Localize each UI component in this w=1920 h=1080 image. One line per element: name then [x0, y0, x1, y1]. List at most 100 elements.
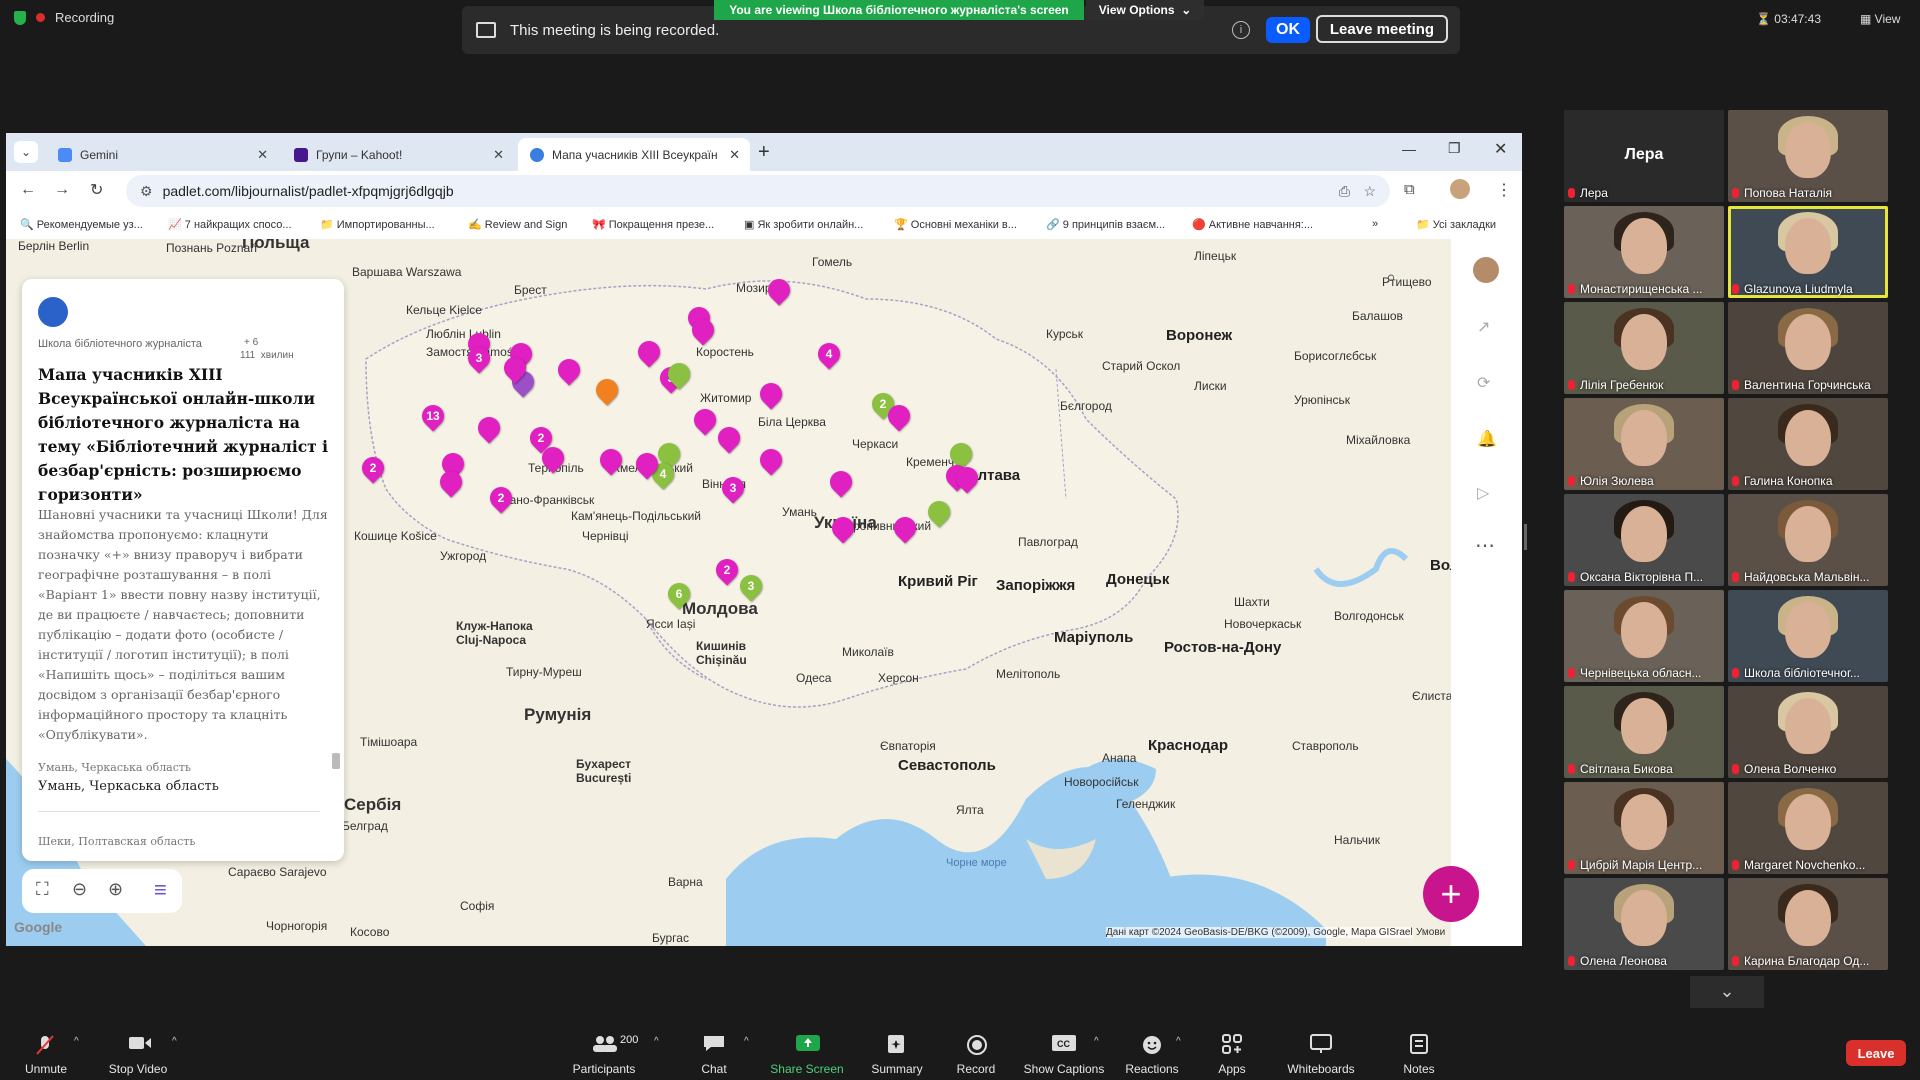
- participant-tile[interactable]: Margaret Novchenko...: [1728, 782, 1888, 874]
- map-pin[interactable]: [713, 422, 745, 454]
- back-icon[interactable]: ←: [20, 181, 36, 199]
- map-pin[interactable]: [825, 466, 857, 498]
- more-icon[interactable]: ⋯: [1475, 533, 1495, 558]
- map-pin[interactable]: 13: [417, 400, 449, 432]
- chevron-up-icon[interactable]: ^: [74, 1036, 79, 1047]
- map-pin[interactable]: 3: [463, 342, 495, 374]
- participant-tile[interactable]: Школа бібліотечног...: [1728, 590, 1888, 682]
- search-icon[interactable]: ⌕: [1386, 267, 1396, 288]
- whiteboards-icon[interactable]: [1310, 1034, 1332, 1053]
- participant-tile[interactable]: Чернівецька обласн...: [1564, 590, 1724, 682]
- video-camera-icon[interactable]: [128, 1034, 151, 1052]
- captions-icon[interactable]: CC: [1052, 1034, 1076, 1052]
- tab-padlet[interactable]: Мапа учасників XIII Всеукраїн ✕: [518, 138, 750, 171]
- bookmark-item[interactable]: 📈 7 найкращих спосо...: [168, 218, 292, 231]
- post-title[interactable]: Умань, Черкаська область: [38, 779, 219, 794]
- panel-scrollbar[interactable]: [332, 753, 340, 769]
- participant-tile[interactable]: Найдовська Мальвін...: [1728, 494, 1888, 586]
- bookmark-item[interactable]: 🔍 Рекомендуемые уз...: [20, 218, 143, 231]
- show-captions-button[interactable]: Show Captions: [1014, 1062, 1114, 1076]
- url-bar[interactable]: ⚙ padlet.com/libjournalist/padlet-xfpqmj…: [126, 175, 1390, 207]
- padlet-map[interactable]: Польща Україна Молдова Румунія Сербія По…: [6, 239, 1522, 946]
- map-pin[interactable]: [687, 314, 719, 346]
- all-bookmarks[interactable]: 📁 Усі закладки: [1416, 218, 1496, 231]
- map-pin[interactable]: [537, 442, 569, 474]
- bookmarks-overflow[interactable]: »: [1372, 218, 1378, 230]
- microphone-muted-icon[interactable]: [34, 1034, 56, 1055]
- bookmark-item[interactable]: ✍ Review and Sign: [468, 218, 567, 231]
- record-icon[interactable]: [966, 1034, 988, 1055]
- map-pin[interactable]: 6: [663, 578, 695, 610]
- participant-tile[interactable]: Світлана Бикова: [1564, 686, 1724, 778]
- participant-tile[interactable]: Цибрій Марія Центр...: [1564, 782, 1724, 874]
- remake-icon[interactable]: ⟳: [1477, 373, 1490, 393]
- tab-search-button[interactable]: ⌄: [14, 141, 38, 163]
- list-icon[interactable]: ≡: [154, 877, 167, 903]
- map-pin[interactable]: [689, 404, 721, 436]
- map-pin[interactable]: [553, 354, 585, 386]
- recording-indicator[interactable]: Recording: [14, 10, 114, 25]
- profile-avatar[interactable]: [1450, 179, 1470, 199]
- bookmark-folder[interactable]: 📁 Импортированны...: [320, 218, 435, 231]
- tab-kahoot[interactable]: Групи – Kahoot! ✕: [282, 138, 514, 171]
- chevron-up-icon[interactable]: ^: [744, 1036, 749, 1047]
- map-pin[interactable]: [663, 358, 695, 390]
- bookmark-item[interactable]: 🔴 Активне навчання:...: [1192, 218, 1313, 231]
- apps-icon[interactable]: [1222, 1034, 1244, 1054]
- map-pin[interactable]: [951, 462, 983, 494]
- terms-link[interactable]: Умови: [1416, 927, 1445, 938]
- stop-video-button[interactable]: Stop Video: [88, 1062, 188, 1076]
- notes-icon[interactable]: [1410, 1034, 1432, 1054]
- apps-button[interactable]: Apps: [1182, 1062, 1282, 1076]
- participant-tile[interactable]: Glazunova Liudmyla: [1728, 206, 1888, 298]
- participant-tile[interactable]: Оксана Вікторівна П...: [1564, 494, 1724, 586]
- map-pin[interactable]: [923, 496, 955, 528]
- leave-meeting-button[interactable]: Leave meeting: [1316, 15, 1448, 43]
- participant-tile[interactable]: Галина Конопка: [1728, 398, 1888, 490]
- install-icon[interactable]: ⎙: [1339, 183, 1350, 200]
- map-pin[interactable]: [591, 374, 623, 406]
- unmute-button[interactable]: Unmute: [0, 1062, 96, 1076]
- map-pin[interactable]: [763, 274, 795, 306]
- map-pin[interactable]: [755, 378, 787, 410]
- map-pin[interactable]: [595, 444, 627, 476]
- map-pin[interactable]: [499, 352, 531, 384]
- map-pin[interactable]: [435, 466, 467, 498]
- minimize-button[interactable]: —: [1402, 141, 1416, 157]
- split-handle[interactable]: [1524, 524, 1527, 550]
- share-screen-button[interactable]: Share Screen: [757, 1062, 857, 1076]
- bookmark-item[interactable]: 🏆 Основні механіки в...: [894, 218, 1017, 231]
- view-options-button[interactable]: View Options ⌄: [1086, 0, 1204, 20]
- participant-tile[interactable]: Попова Наталія: [1728, 110, 1888, 202]
- zoom-in-icon[interactable]: ⊕: [108, 879, 123, 900]
- share-screen-icon[interactable]: [796, 1034, 820, 1052]
- summary-icon[interactable]: [886, 1034, 908, 1053]
- forward-icon[interactable]: →: [54, 181, 70, 199]
- chevron-up-icon[interactable]: ^: [654, 1036, 659, 1047]
- bookmark-item[interactable]: 🔗 9 принципів взаєм...: [1046, 218, 1165, 231]
- notes-button[interactable]: Notes: [1369, 1062, 1469, 1076]
- map-pin[interactable]: [889, 512, 921, 544]
- participant-tile[interactable]: Олена Волченко: [1728, 686, 1888, 778]
- participant-tile[interactable]: Валентина Горчинська: [1728, 302, 1888, 394]
- map-pin[interactable]: [473, 412, 505, 444]
- menu-kebab-icon[interactable]: ⋮: [1496, 180, 1512, 200]
- window-close-button[interactable]: ✕: [1494, 139, 1507, 159]
- chat-icon[interactable]: [703, 1034, 725, 1052]
- participant-tile[interactable]: Лілія Гребенюк: [1564, 302, 1724, 394]
- zoom-out-icon[interactable]: ⊖: [72, 879, 87, 900]
- reactions-icon[interactable]: [1142, 1034, 1164, 1054]
- view-button[interactable]: ▦ View: [1860, 12, 1900, 26]
- close-icon[interactable]: ✕: [729, 147, 740, 163]
- map-pin[interactable]: [883, 400, 915, 432]
- map-pin[interactable]: 3: [717, 472, 749, 504]
- map-pin[interactable]: [631, 448, 663, 480]
- map-pin[interactable]: 2: [485, 482, 517, 514]
- map-pin[interactable]: 2: [357, 452, 389, 484]
- star-icon[interactable]: ☆: [1363, 183, 1376, 200]
- map-pin[interactable]: 3: [735, 570, 767, 602]
- record-button[interactable]: Record: [926, 1062, 1026, 1076]
- chevron-up-icon[interactable]: ^: [172, 1036, 177, 1047]
- restore-button[interactable]: ❐: [1448, 140, 1461, 157]
- extensions-icon[interactable]: ⧉: [1404, 181, 1415, 198]
